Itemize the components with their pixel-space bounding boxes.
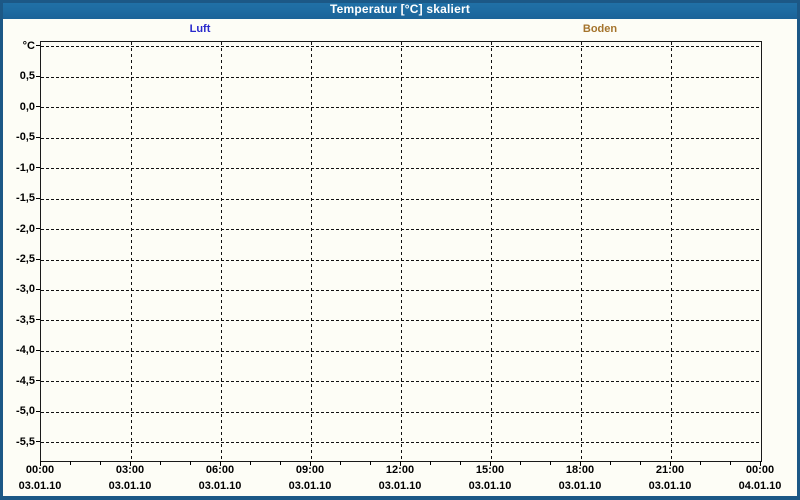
y-axis-tick-label: -4,0 xyxy=(16,344,35,357)
x-axis-time-label: 00:00 xyxy=(25,464,55,476)
y-axis-tick-mark xyxy=(36,258,40,260)
y-axis-tick-mark xyxy=(36,288,40,290)
x-axis-time-label: 00:00 xyxy=(745,464,775,476)
x-axis-date-label: 03.01.10 xyxy=(288,480,332,492)
y-axis-tick-mark xyxy=(36,167,40,169)
x-gridline xyxy=(400,42,402,461)
x-axis-minor-tick-mark xyxy=(250,461,251,465)
x-axis-date-label: 04.01.10 xyxy=(738,480,782,492)
x-axis-minor-tick-mark xyxy=(460,461,461,465)
y-axis-tick-label: -0,5 xyxy=(16,131,35,144)
x-axis-minor-tick-mark xyxy=(370,461,371,465)
y-axis-tick-label: -5,5 xyxy=(16,435,35,448)
y-axis-tick-label: -4,5 xyxy=(16,374,35,387)
x-axis-minor-tick-mark xyxy=(430,461,431,465)
y-axis-tick-label: -3,0 xyxy=(16,283,35,296)
legend-item-luft: Luft xyxy=(189,23,211,35)
x-axis-date-label: 03.01.10 xyxy=(378,480,422,492)
y-axis-tick-label: -5,0 xyxy=(16,405,35,418)
x-gridline xyxy=(490,42,492,461)
x-axis-time-label: 09:00 xyxy=(295,464,325,476)
x-axis-minor-tick-mark xyxy=(340,461,341,465)
y-axis-tick-label: 0,0 xyxy=(19,100,35,113)
x-axis-minor-tick-mark xyxy=(100,461,101,465)
x-axis-minor-tick-mark xyxy=(160,461,161,465)
x-axis-minor-tick-mark xyxy=(520,461,521,465)
y-axis-tick-mark xyxy=(36,45,40,47)
y-axis-tick-label: -2,5 xyxy=(16,253,35,266)
y-axis-tick-mark xyxy=(36,349,40,351)
y-axis-tick-mark xyxy=(36,319,40,321)
x-gridline xyxy=(580,42,582,461)
x-gridline xyxy=(130,42,132,461)
x-axis-time-label: 15:00 xyxy=(475,464,505,476)
plot-area xyxy=(40,41,762,462)
x-gridline xyxy=(310,42,312,461)
x-axis-minor-tick-mark xyxy=(610,461,611,465)
y-axis-tick-mark xyxy=(36,410,40,412)
x-axis-minor-tick-mark xyxy=(730,461,731,465)
y-axis-tick-mark xyxy=(36,75,40,77)
x-axis-date-label: 03.01.10 xyxy=(198,480,242,492)
window-title-bar[interactable]: Temperatur [°C] skaliert xyxy=(0,0,800,19)
y-axis-tick-label: °C xyxy=(22,39,35,52)
y-axis-tick-mark xyxy=(36,106,40,108)
x-axis-time-label: 18:00 xyxy=(565,464,595,476)
x-axis-minor-tick-mark xyxy=(70,461,71,465)
x-axis-minor-tick-mark xyxy=(550,461,551,465)
x-axis-date-label: 03.01.10 xyxy=(108,480,152,492)
x-axis-time-label: 12:00 xyxy=(385,464,415,476)
y-axis-tick-mark xyxy=(36,197,40,199)
x-axis-time-label: 06:00 xyxy=(205,464,235,476)
x-axis-date-label: 03.01.10 xyxy=(558,480,602,492)
x-axis-time-label: 21:00 xyxy=(655,464,685,476)
legend-item-boden: Boden xyxy=(582,23,618,35)
x-axis-date-label: 03.01.10 xyxy=(648,480,692,492)
chart-title: Temperatur [°C] skaliert xyxy=(329,2,471,16)
y-axis-tick-mark xyxy=(36,228,40,230)
x-axis-minor-tick-mark xyxy=(700,461,701,465)
x-gridline xyxy=(220,42,222,461)
x-axis-minor-tick-mark xyxy=(190,461,191,465)
x-axis-minor-tick-mark xyxy=(280,461,281,465)
x-axis-date-label: 03.01.10 xyxy=(468,480,512,492)
y-axis-tick-label: 0,5 xyxy=(19,70,35,83)
y-axis-tick-mark xyxy=(36,441,40,443)
y-axis-tick-label: -3,5 xyxy=(16,313,35,326)
x-gridline xyxy=(670,42,672,461)
x-axis-minor-tick-mark xyxy=(640,461,641,465)
y-axis-tick-mark xyxy=(36,380,40,382)
x-axis-time-label: 03:00 xyxy=(115,464,145,476)
x-axis-date-label: 03.01.10 xyxy=(18,480,62,492)
y-axis-tick-mark xyxy=(36,136,40,138)
y-axis-tick-label: -1,0 xyxy=(16,161,35,174)
y-axis-tick-label: -2,0 xyxy=(16,222,35,235)
y-axis-tick-label: -1,5 xyxy=(16,192,35,205)
